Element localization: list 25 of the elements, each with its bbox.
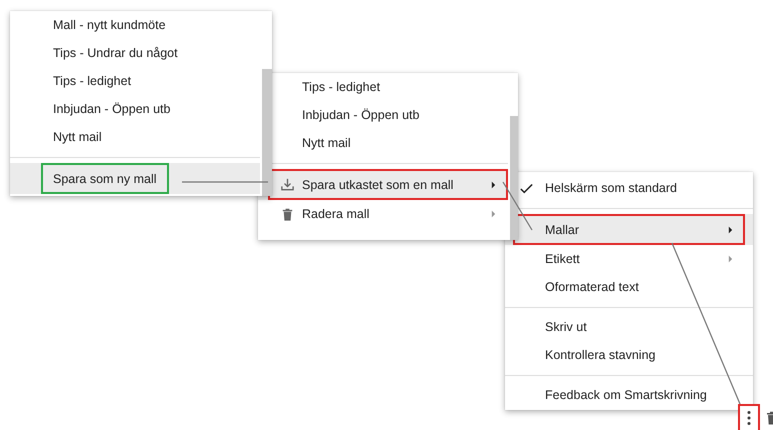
menu-item[interactable]: Radera mall bbox=[258, 200, 508, 228]
menu-item[interactable]: Nytt mail bbox=[258, 129, 508, 157]
menu-item[interactable]: Inbjudan - Öppen utb bbox=[10, 95, 260, 123]
scrollbar[interactable] bbox=[510, 116, 518, 240]
menu-item[interactable]: Mallar bbox=[505, 214, 753, 245]
menu-item[interactable]: Spara utkastet som en mall bbox=[258, 169, 508, 200]
more-icon bbox=[747, 410, 751, 426]
menu-item[interactable]: Nytt mail bbox=[10, 123, 260, 151]
menu-item[interactable]: Feedback om Smartskrivning bbox=[505, 381, 753, 409]
menu-item[interactable]: Etikett bbox=[505, 245, 753, 273]
menu-item[interactable]: Tips - ledighet bbox=[258, 73, 508, 101]
menu-item[interactable]: Spara som ny mall bbox=[10, 163, 260, 194]
menu-item[interactable]: Helskärm som standard bbox=[505, 174, 753, 202]
menu-item[interactable]: Inbjudan - Öppen utb bbox=[258, 101, 508, 129]
connector-line bbox=[502, 182, 533, 230]
menu-item[interactable]: Tips - Undrar du något bbox=[10, 39, 260, 67]
menu-item[interactable]: Oformaterad text bbox=[505, 273, 753, 301]
menu-item[interactable]: Kontrollera stavning bbox=[505, 341, 753, 369]
trash-icon bbox=[280, 206, 295, 222]
more-button[interactable] bbox=[738, 404, 760, 430]
menu-item[interactable]: Mall - nytt kundmöte bbox=[10, 11, 260, 39]
download-icon bbox=[280, 177, 295, 192]
menu-item[interactable]: Tips - ledighet bbox=[10, 67, 260, 95]
menu-item[interactable]: Skriv ut bbox=[505, 313, 753, 341]
scrollbar[interactable] bbox=[262, 69, 272, 196]
